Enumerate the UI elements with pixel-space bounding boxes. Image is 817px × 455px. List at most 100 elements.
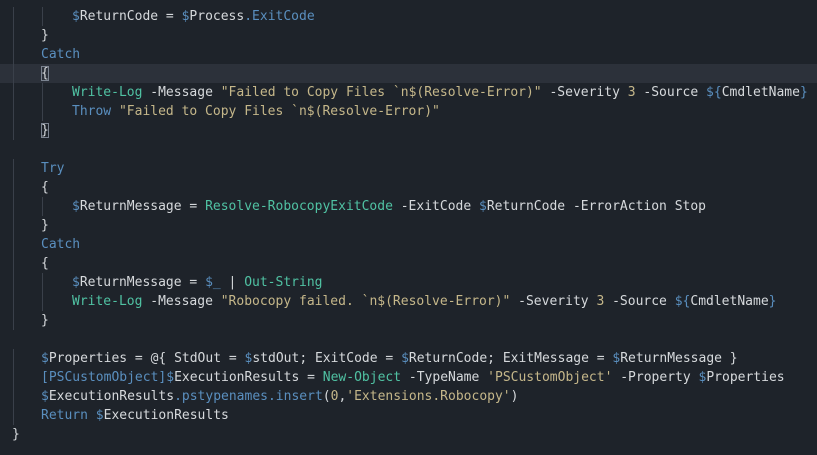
indent-guide	[13, 368, 14, 387]
code-line-content: $ExecutionResults.pstypenames.insert(0,'…	[41, 387, 518, 406]
code-token: {	[41, 256, 49, 271]
code-line-content: }	[41, 311, 49, 330]
code-token: =	[158, 9, 182, 24]
code-line-content: Return $ExecutionResults	[41, 406, 229, 425]
indent-guide	[42, 102, 43, 121]
code-line-content: }	[41, 26, 49, 45]
code-line[interactable]: [PSCustomObject]$ExecutionResults = New-…	[0, 368, 817, 387]
code-token: Write-Log	[72, 85, 143, 100]
code-token: stdOut	[252, 351, 300, 366]
indent-guide	[13, 121, 14, 140]
indent-guide	[13, 83, 14, 102]
indent-guide	[13, 254, 14, 273]
code-line[interactable]: Return $ExecutionResults	[0, 406, 817, 425]
code-token: -ExitCode	[400, 199, 472, 214]
indent-guide	[13, 235, 14, 254]
code-line[interactable]: Write-Log -Message "Failed to Copy Files…	[0, 83, 817, 102]
code-token: $_	[205, 275, 221, 290]
code-token: Resolve-RobocopyExitCode	[205, 199, 393, 214]
code-token: 'Extensions.Robocopy'	[346, 389, 511, 404]
code-token: }	[12, 427, 20, 442]
code-token: -TypeName	[408, 370, 480, 385]
code-line-content: }	[41, 216, 49, 235]
indent-guide	[13, 292, 14, 311]
indent-guide	[42, 273, 43, 292]
code-line[interactable]: }	[0, 425, 817, 444]
code-line[interactable]: $ExecutionResults.pstypenames.insert(0,'…	[0, 387, 817, 406]
code-line[interactable]: {	[0, 64, 817, 83]
indent-guide	[13, 349, 14, 368]
indent-guide	[42, 83, 43, 102]
code-token: -Source	[643, 85, 699, 100]
code-line[interactable]: {	[0, 254, 817, 273]
code-token: ; ExitCode =	[299, 351, 402, 366]
code-line[interactable]: $ReturnMessage = $_ | Out-String	[0, 273, 817, 292]
indent-guide	[13, 197, 14, 216]
indent-guide	[13, 45, 14, 64]
code-token: }	[721, 351, 738, 366]
code-token: ExecutionResults	[174, 370, 300, 385]
code-line-content: [PSCustomObject]$ExecutionResults = New-…	[41, 368, 785, 387]
indent-guide	[13, 387, 14, 406]
code-line[interactable]: }	[0, 26, 817, 45]
code-token: (	[322, 389, 331, 404]
code-token: }	[799, 85, 808, 100]
code-token: Process	[189, 9, 245, 24]
code-token: 3	[627, 85, 636, 100]
code-line[interactable]	[0, 140, 817, 159]
code-token: Try	[41, 161, 65, 176]
code-line[interactable]: $ReturnMessage = Resolve-RobocopyExitCod…	[0, 197, 817, 216]
code-token: $	[72, 199, 80, 214]
code-token: =	[299, 370, 323, 385]
code-line[interactable]: $ReturnCode = $Process.ExitCode	[0, 7, 817, 26]
code-token: = @{ StdOut =	[127, 351, 245, 366]
code-line[interactable]: Write-Log -Message "Robocopy failed. `n$…	[0, 292, 817, 311]
code-token: =	[181, 199, 206, 214]
code-token: New-Object	[322, 370, 402, 385]
code-line-content: {	[41, 178, 49, 197]
code-token: }	[41, 313, 49, 328]
code-line[interactable]: Throw "Failed to Copy Files `n$(Resolve-…	[0, 102, 817, 121]
code-line[interactable]	[0, 330, 817, 349]
code-token: .ExitCode	[244, 9, 315, 24]
indent-guide	[13, 159, 14, 178]
code-token: Catch	[41, 237, 81, 252]
code-token: Out-String	[244, 275, 323, 290]
code-line-content: $ReturnMessage = Resolve-RobocopyExitCod…	[72, 197, 706, 216]
indent-guide	[13, 102, 14, 121]
code-token: ExecutionResults	[48, 389, 175, 404]
code-line[interactable]: }	[0, 216, 817, 235]
code-line[interactable]: $Properties = @{ StdOut = $stdOut; ExitC…	[0, 349, 817, 368]
code-token: Catch	[41, 47, 81, 62]
code-line-content: Catch	[41, 45, 80, 64]
code-token: CmdletName	[721, 85, 800, 100]
code-line-content: $Properties = @{ StdOut = $stdOut; ExitC…	[41, 349, 738, 368]
code-line[interactable]: }	[0, 311, 817, 330]
code-token: Write-Log	[72, 294, 143, 309]
code-line[interactable]: Catch	[0, 235, 817, 254]
code-line-content: Write-Log -Message "Robocopy failed. `n$…	[72, 292, 776, 311]
code-line-content: $ReturnCode = $Process.ExitCode	[72, 7, 315, 26]
code-token: ReturnCode	[79, 9, 159, 24]
code-line-content: {	[41, 254, 49, 273]
code-token: ReturnMessage	[79, 199, 182, 214]
code-token: $	[41, 389, 49, 404]
code-token: ReturnCode	[408, 351, 488, 366]
code-line[interactable]: {	[0, 178, 817, 197]
indent-guide	[13, 216, 14, 235]
code-line[interactable]: Try	[0, 159, 817, 178]
code-token: ${	[674, 294, 691, 309]
code-editor[interactable]: $ReturnCode = $Process.ExitCode} Catch{Wr…	[0, 0, 817, 455]
code-line[interactable]: Catch	[0, 45, 817, 64]
indent-guide	[13, 64, 14, 83]
indent-guide	[13, 311, 14, 330]
code-token: $	[166, 370, 175, 385]
code-line[interactable]: }	[0, 121, 817, 140]
